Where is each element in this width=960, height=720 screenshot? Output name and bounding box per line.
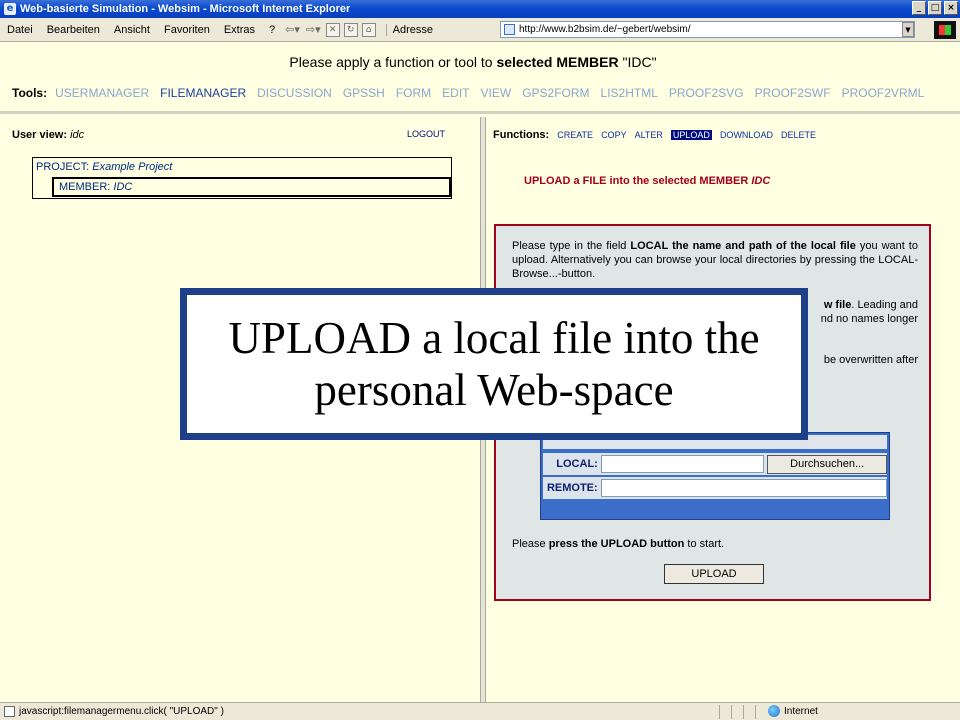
function-upload[interactable]: UPLOAD [670, 130, 712, 140]
tool-gpssh[interactable]: GPSSH [343, 86, 385, 100]
tree-project[interactable]: PROJECT: Example Project [36, 161, 172, 173]
status-separator [731, 704, 743, 719]
para2-text-a: . Leading and [851, 299, 918, 311]
page-status-icon [4, 706, 15, 717]
user-view-value: idc [70, 129, 85, 141]
menubar: Datei Bearbeiten Ansicht Favoriten Extra… [0, 18, 960, 42]
remote-row: REMOTE: [543, 477, 887, 499]
window-title: Web-basierte Simulation - Websim - Micro… [20, 3, 351, 15]
local-label: LOCAL: [556, 458, 598, 470]
page-icon [504, 24, 515, 35]
status-text: javascript:filemanagermenu.click( "UPLOA… [19, 706, 224, 717]
user-view-label: User view: [12, 129, 68, 141]
menu-extras[interactable]: Extras [217, 24, 262, 36]
tool-view[interactable]: VIEW [481, 86, 512, 100]
tool-proof2swf[interactable]: PROOF2SWF [755, 86, 831, 100]
forward-arrow-icon[interactable]: ⇨▾ [303, 23, 324, 36]
address-dropdown-icon[interactable]: ▼ [902, 22, 914, 37]
menu-ansicht[interactable]: Ansicht [107, 24, 157, 36]
browse-button[interactable]: Durchsuchen... [767, 454, 887, 474]
remote-file-input[interactable] [600, 479, 887, 497]
para1-text-bold: LOCAL the name and path of the local fil… [630, 240, 856, 252]
para1-text-a: Please type in the field [512, 240, 631, 252]
maximize-button[interactable]: □ [928, 1, 942, 15]
para3-text: be overwritten after [823, 354, 918, 366]
remote-label: REMOTE: [546, 482, 598, 494]
zone-label: Internet [784, 705, 818, 717]
security-zone: Internet [768, 705, 818, 717]
tool-proof2svg[interactable]: PROOF2SVG [669, 86, 744, 100]
menu-favoriten[interactable]: Favoriten [157, 24, 217, 36]
tool-lis2html[interactable]: LIS2HTML [601, 86, 658, 100]
functions-label: Functions: [493, 129, 550, 141]
instruction-text: Please apply a function or tool to selec… [0, 54, 946, 70]
instruction-bold: selected MEMBER [496, 54, 619, 70]
windows-logo-icon [934, 21, 956, 39]
function-delete[interactable]: DELETE [781, 130, 816, 140]
status-bar: javascript:filemanagermenu.click( "UPLOA… [0, 702, 960, 720]
back-arrow-icon[interactable]: ⇦▾ [282, 23, 303, 36]
upload-title-member: IDC [751, 175, 771, 187]
home-icon[interactable]: ⌂ [361, 22, 376, 37]
tool-usermanager[interactable]: USERMANAGER [55, 86, 149, 100]
menu-help[interactable]: ? [262, 24, 282, 36]
para2-text-bold: w file [823, 299, 852, 311]
member-label: MEMBER: [59, 181, 111, 193]
press-upload-text: Please press the UPLOAD button to start. [512, 538, 724, 550]
upload-title: UPLOAD a FILE into the selected MEMBER I… [524, 175, 770, 187]
status-separator [719, 704, 731, 719]
tool-proof2vrml[interactable]: PROOF2VRML [842, 86, 925, 100]
tools-label: Tools: [12, 86, 48, 100]
status-separator [743, 704, 755, 719]
minimize-button[interactable]: _ [912, 1, 926, 15]
tool-form[interactable]: FORM [396, 86, 431, 100]
stop-icon[interactable]: ✕ [325, 22, 340, 37]
function-alter[interactable]: ALTER [635, 130, 663, 140]
tools-bar: Tools: USERMANAGER FILEMANAGER DISCUSSIO… [12, 86, 924, 100]
tree-member-selected[interactable]: MEMBER: IDC [52, 177, 451, 197]
form-bottom-bar [543, 501, 887, 517]
menu-bearbeiten[interactable]: Bearbeiten [40, 24, 107, 36]
address-label: Adresse [385, 23, 437, 36]
user-view: User view: idc [12, 129, 84, 141]
function-create[interactable]: CREATE [557, 130, 593, 140]
status-separator [755, 704, 767, 719]
project-tree: PROJECT: Example Project MEMBER: IDC [32, 157, 452, 199]
press-bold: press the UPLOAD button [548, 538, 685, 550]
tool-edit[interactable]: EDIT [442, 86, 469, 100]
upload-button[interactable]: UPLOAD [664, 564, 764, 584]
press-suffix: to start. [684, 538, 725, 550]
function-copy[interactable]: COPY [601, 130, 627, 140]
instruction-suffix: "IDC" [618, 54, 657, 70]
caption-overlay: UPLOAD a local file into the personal We… [180, 288, 808, 440]
close-button[interactable]: × [944, 1, 958, 15]
para2-text-b: nd no names longer [820, 313, 918, 325]
local-row: LOCAL: Durchsuchen... [543, 453, 887, 475]
window-controls: _ □ × [912, 1, 958, 15]
address-input[interactable]: http://www.b2bsim.de/~gebert/websim/ [500, 21, 915, 38]
menu-datei[interactable]: Datei [0, 24, 40, 36]
logout-link[interactable]: LOGOUT [407, 129, 445, 139]
page-header: Please apply a function or tool to selec… [0, 42, 960, 114]
functions-bar: Functions: CREATE COPY ALTER UPLOAD DOWN… [493, 129, 816, 141]
address-url: http://www.b2bsim.de/~gebert/websim/ [519, 24, 691, 35]
caption-text: UPLOAD a local file into the personal We… [228, 313, 760, 415]
member-value: IDC [113, 181, 133, 193]
project-value: Example Project [92, 161, 173, 173]
instruction-prefix: Please apply a function or tool to [289, 54, 497, 70]
tool-discussion[interactable]: DISCUSSION [257, 86, 332, 100]
globe-icon [768, 705, 780, 717]
tool-gps2form[interactable]: GPS2FORM [522, 86, 589, 100]
upload-title-prefix: UPLOAD a FILE into the selected MEMBER [524, 175, 749, 187]
press-prefix: Please [512, 538, 549, 550]
project-label: PROJECT: [36, 161, 90, 173]
tool-filemanager[interactable]: FILEMANAGER [160, 86, 246, 100]
refresh-icon[interactable]: ↻ [343, 22, 358, 37]
window-titlebar: e Web-basierte Simulation - Websim - Mic… [0, 0, 960, 18]
function-download[interactable]: DOWNLOAD [720, 130, 773, 140]
upload-form: LOCAL: Durchsuchen... REMOTE: [540, 432, 890, 520]
instructions-paragraph-1: Please type in the field LOCAL the name … [512, 239, 918, 281]
ie-icon: e [4, 3, 16, 15]
local-file-input[interactable] [600, 455, 765, 473]
